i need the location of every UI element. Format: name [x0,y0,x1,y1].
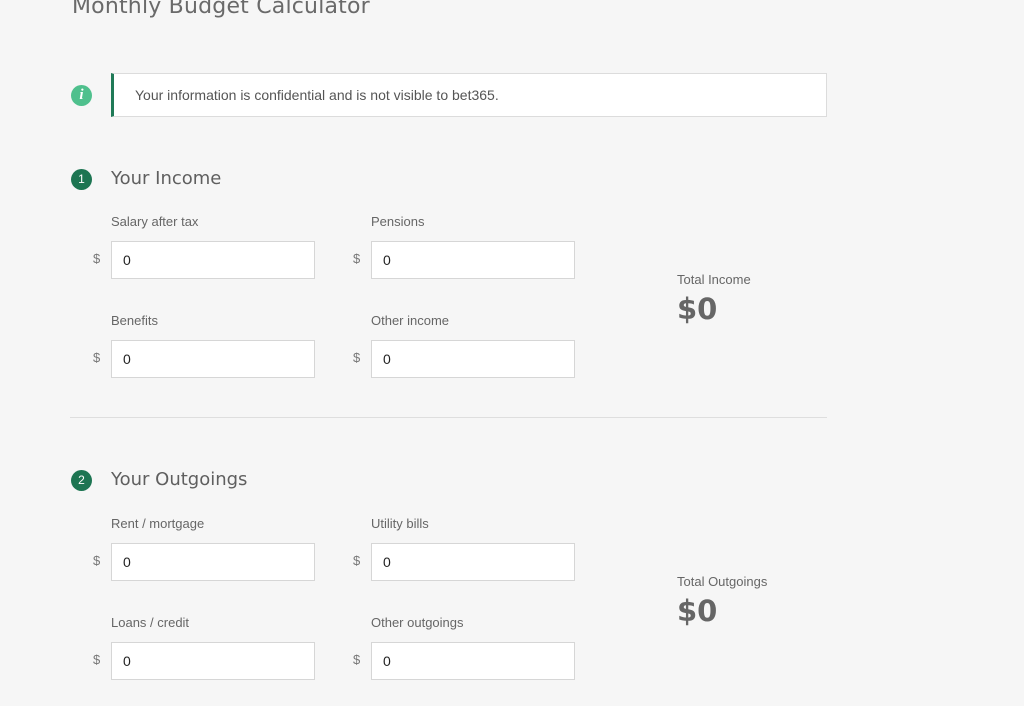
loans-label: Loans / credit [111,615,190,630]
step-badge-income: 1 [71,169,92,190]
benefits-currency: $ [93,350,101,365]
step-badge-outgoings: 2 [71,470,92,491]
salary-label: Salary after tax [111,214,199,229]
salary-currency: $ [93,251,101,266]
utility-input[interactable] [371,543,575,581]
loans-currency: $ [93,652,101,667]
section-divider [70,417,827,418]
utility-label: Utility bills [371,516,429,531]
salary-input[interactable] [111,241,315,279]
section-title-outgoings: Your Outgoings [111,469,248,490]
pensions-input[interactable] [371,241,575,279]
total-outgoings-value: $0 [677,594,718,628]
info-icon: i [71,85,92,106]
pensions-label: Pensions [371,214,425,229]
other-income-label: Other income [371,313,450,328]
page-title: Monthly Budget Calculator [72,0,370,19]
total-income-value: $0 [677,292,718,326]
rent-label: Rent / mortgage [111,516,205,531]
total-income-label: Total Income [677,272,751,287]
other-outgoings-currency: $ [353,652,361,667]
total-outgoings-label: Total Outgoings [677,574,768,589]
rent-input[interactable] [111,543,315,581]
loans-input[interactable] [111,642,315,680]
other-outgoings-label: Other outgoings [371,615,464,630]
section-title-income: Your Income [111,168,222,189]
other-income-input[interactable] [371,340,575,378]
pensions-currency: $ [353,251,361,266]
benefits-input[interactable] [111,340,315,378]
other-income-currency: $ [353,350,361,365]
budget-calculator-page: Monthly Budget Calculator i Your informa… [0,0,1024,706]
confidentiality-notice: Your information is confidential and is … [111,73,827,117]
other-outgoings-input[interactable] [371,642,575,680]
rent-currency: $ [93,553,101,568]
benefits-label: Benefits [111,313,158,328]
utility-currency: $ [353,553,361,568]
